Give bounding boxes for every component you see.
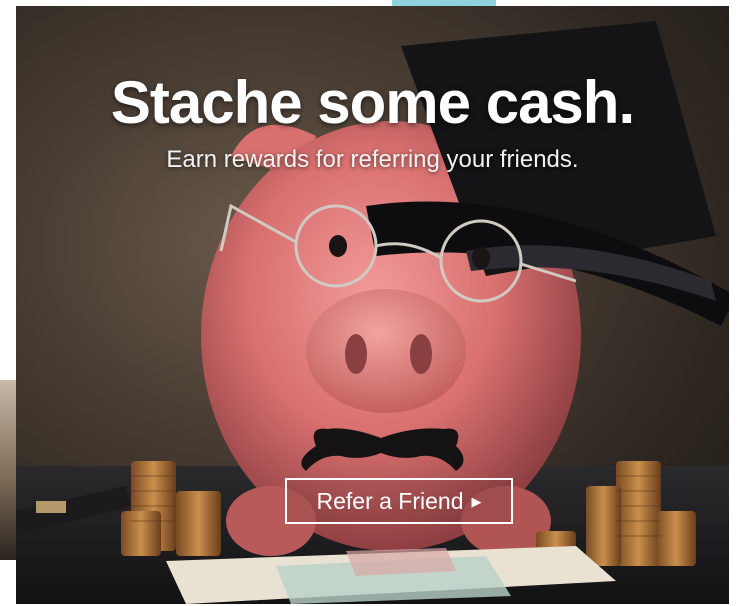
refer-a-friend-label: Refer a Friend bbox=[316, 487, 464, 514]
promo-banner: Stache some cash. Earn rewards for refer… bbox=[16, 6, 729, 604]
banner-headline: Stache some cash. bbox=[110, 69, 635, 136]
play-arrow-icon: ▶ bbox=[471, 493, 482, 509]
adjacent-image-edge bbox=[0, 380, 16, 560]
refer-a-friend-button[interactable]: Refer a Friend ▶ bbox=[285, 478, 513, 524]
banner-subheadline: Earn rewards for referring your friends. bbox=[166, 146, 579, 173]
